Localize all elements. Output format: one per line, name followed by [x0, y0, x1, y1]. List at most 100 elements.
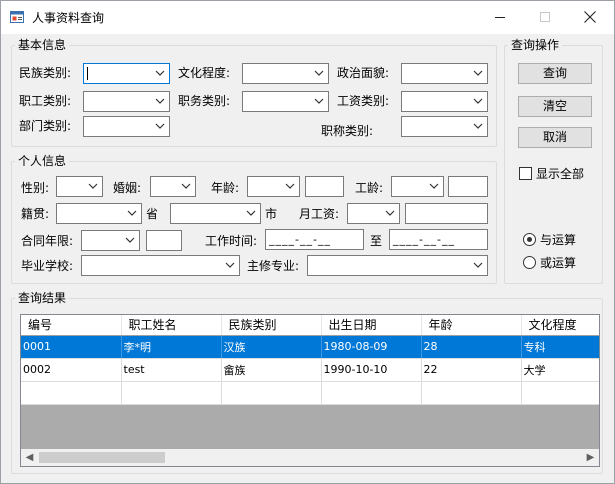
ethnicity-combo[interactable]	[83, 63, 170, 84]
column-header[interactable]: 编号	[21, 315, 122, 336]
seniority-input[interactable]	[448, 176, 488, 197]
table-cell[interactable]	[321, 381, 422, 405]
table-cell[interactable]: 1980-08-09	[321, 335, 422, 359]
chevron-down-icon	[473, 98, 483, 104]
table-row[interactable]: 0001 李*明 汉族 1980-08-09 28 专科	[21, 335, 599, 359]
column-header[interactable]: 民族类别	[221, 315, 322, 336]
chevron-down-icon	[429, 183, 439, 189]
table-cell[interactable]: 28	[421, 335, 522, 359]
salary-operator-combo[interactable]	[347, 203, 400, 224]
personal-info-title: 个人信息	[15, 154, 70, 168]
age-input[interactable]	[305, 176, 344, 197]
major-label: 主修专业:	[247, 259, 300, 273]
close-button[interactable]	[567, 1, 613, 33]
department-combo[interactable]	[83, 116, 170, 137]
chevron-down-icon	[314, 98, 324, 104]
education-combo[interactable]	[242, 63, 329, 84]
query-ops-title: 查询操作	[508, 38, 563, 52]
political-label: 政治面貌:	[337, 66, 390, 80]
table-cell[interactable]: 畲族	[221, 358, 322, 382]
scroll-left-icon[interactable]: ◀	[21, 449, 38, 466]
chevron-down-icon	[314, 70, 324, 76]
table-cell[interactable]: 1990-10-10	[321, 358, 422, 382]
table-row-new[interactable]	[21, 381, 599, 405]
table-cell[interactable]: 专科	[521, 335, 599, 359]
table-cell[interactable]: 李*明	[121, 335, 222, 359]
contract-operator-combo[interactable]	[81, 230, 140, 251]
minimize-button[interactable]	[477, 1, 523, 33]
table-cell[interactable]	[21, 381, 122, 405]
city-suffix: 市	[265, 207, 278, 221]
work-time-to-label: 至	[370, 234, 383, 248]
staff-type-combo[interactable]	[83, 91, 170, 112]
results-title: 查询结果	[15, 291, 70, 305]
salary-label: 月工资:	[299, 207, 340, 221]
query-button[interactable]: 查询	[518, 63, 592, 84]
work-time-to-picker[interactable]: ____-__-__	[389, 229, 488, 250]
text-caret	[87, 67, 88, 80]
horizontal-scrollbar[interactable]: ◀ ▶	[21, 449, 599, 466]
contract-input[interactable]	[146, 230, 182, 251]
table-cell[interactable]: 汉族	[221, 335, 322, 359]
work-time-from-picker[interactable]: ____-__-__	[265, 229, 364, 250]
staff-type-label: 职工类别:	[19, 94, 72, 108]
table-cell[interactable]	[421, 381, 522, 405]
salary-input[interactable]	[405, 203, 488, 224]
chevron-down-icon	[473, 70, 483, 76]
table-cell[interactable]: 0002	[21, 358, 122, 382]
maximize-button[interactable]	[522, 1, 568, 33]
position-type-label: 职务类别:	[178, 94, 231, 108]
seniority-label: 工龄:	[355, 181, 384, 195]
province-suffix: 省	[146, 207, 159, 221]
column-header[interactable]: 年龄	[421, 315, 522, 336]
window: 人事资料查询 基本信息 民族类别: 文化程度: 政治面貌: 职工类别: 职务类别…	[0, 0, 615, 484]
title-type-label: 职称类别:	[321, 124, 374, 138]
table-cell[interactable]: 0001	[21, 335, 122, 359]
wage-type-combo[interactable]	[401, 91, 488, 112]
column-header[interactable]: 文化程度	[521, 315, 599, 336]
marriage-combo[interactable]	[150, 176, 196, 197]
seniority-operator-combo[interactable]	[391, 176, 444, 197]
contract-label: 合同年限:	[21, 234, 74, 248]
clear-button[interactable]: 清空	[518, 96, 592, 117]
column-header[interactable]: 出生日期	[321, 315, 422, 336]
chevron-down-icon	[385, 210, 395, 216]
results-grid[interactable]: 编号 职工姓名 民族类别 出生日期 年龄 文化程度 0001 李*明 汉族 19…	[20, 314, 600, 467]
position-type-combo[interactable]	[242, 91, 329, 112]
major-combo[interactable]	[307, 255, 488, 276]
table-cell[interactable]	[121, 381, 222, 405]
header-row: 编号 职工姓名 民族类别 出生日期 年龄 文化程度	[21, 315, 599, 336]
chevron-down-icon	[285, 183, 295, 189]
show-all-checkbox[interactable]	[519, 167, 532, 180]
maximize-icon	[540, 12, 550, 22]
chevron-down-icon	[88, 183, 98, 189]
city-combo[interactable]	[170, 203, 261, 224]
age-operator-combo[interactable]	[247, 176, 300, 197]
province-combo[interactable]	[56, 203, 142, 224]
and-op-radio[interactable]	[523, 233, 536, 246]
scroll-right-icon[interactable]: ▶	[582, 449, 599, 466]
school-combo[interactable]	[81, 255, 240, 276]
table-cell[interactable]: 22	[421, 358, 522, 382]
table-cell[interactable]: test	[121, 358, 222, 382]
scroll-thumb[interactable]	[39, 452, 165, 463]
table-row[interactable]: 0002 test 畲族 1990-10-10 22 大学	[21, 358, 599, 382]
column-header[interactable]: 职工姓名	[121, 315, 222, 336]
app-form-icon	[10, 11, 24, 23]
gender-combo[interactable]	[56, 176, 103, 197]
table-cell[interactable]	[221, 381, 322, 405]
political-combo[interactable]	[401, 63, 488, 84]
title-bar: 人事资料查询	[1, 1, 614, 34]
table-cell[interactable]	[521, 381, 599, 405]
or-op-radio[interactable]	[523, 256, 536, 269]
title-type-combo[interactable]	[401, 116, 488, 137]
cancel-button[interactable]: 取消	[518, 127, 592, 148]
window-title: 人事资料查询	[32, 11, 105, 25]
and-op-label: 与运算	[540, 233, 577, 247]
minimize-icon	[495, 17, 505, 18]
or-op-label: 或运算	[540, 256, 577, 270]
table-cell[interactable]: 大学	[521, 358, 599, 382]
chevron-down-icon	[473, 123, 483, 129]
results-table: 编号 职工姓名 民族类别 出生日期 年龄 文化程度 0001 李*明 汉族 19…	[21, 315, 599, 405]
close-icon	[584, 11, 596, 23]
